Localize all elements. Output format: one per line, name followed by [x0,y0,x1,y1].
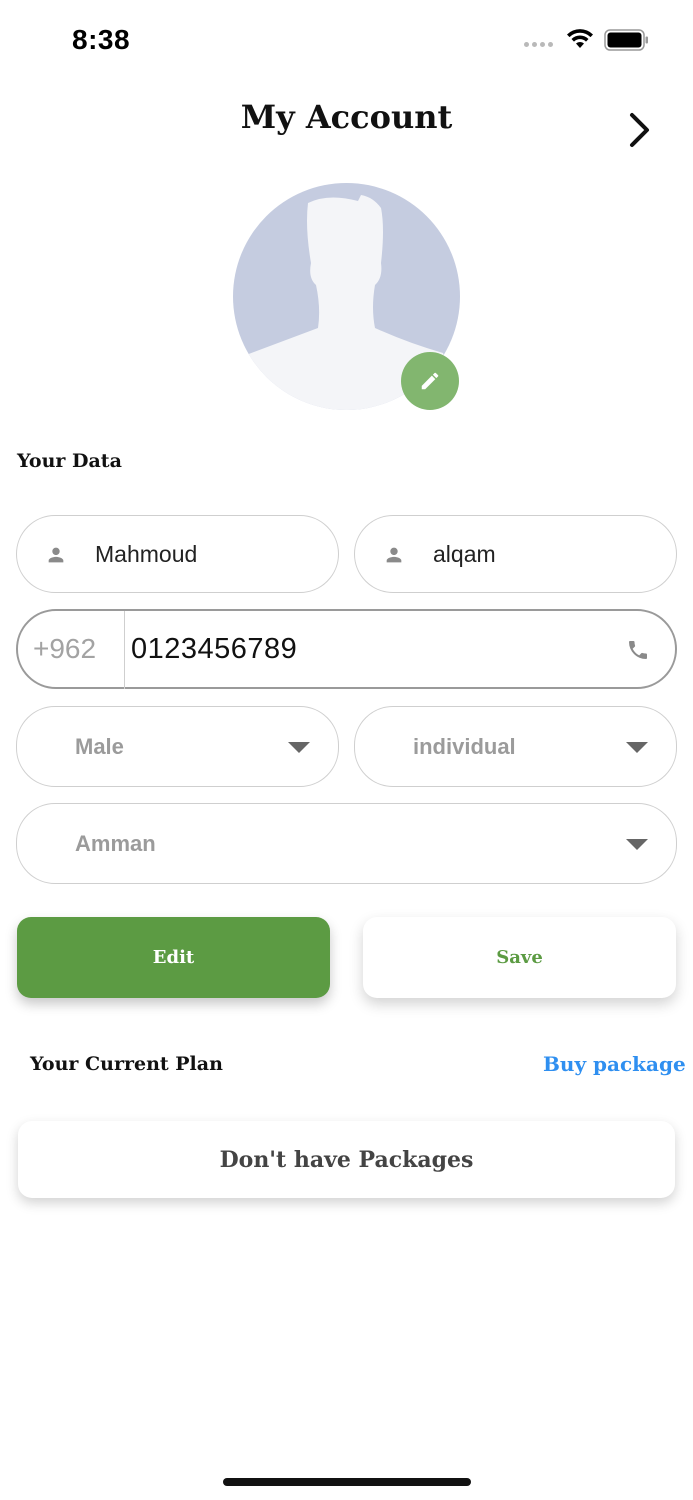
edit-button[interactable]: Edit [17,917,330,998]
battery-icon [604,29,648,51]
last-name-value: alqam [433,540,496,567]
first-name-field[interactable]: Mahmoud [16,515,339,593]
wifi-icon [567,29,593,48]
home-indicator[interactable] [223,1478,471,1486]
current-plan-heading: Your Current Plan [30,1053,223,1075]
city-dropdown[interactable]: Amman [16,803,677,884]
cellular-signal-icon [524,42,553,47]
caret-down-icon [626,839,648,850]
caret-down-icon [288,742,310,753]
forward-button[interactable] [620,108,660,152]
phone-divider [124,611,125,689]
buy-package-link[interactable]: Buy package [543,1052,686,1076]
phone-number-value: 0123456789 [131,632,298,665]
person-icon [48,547,64,563]
save-button[interactable]: Save [363,917,676,998]
chevron-right-icon [630,113,649,147]
phone-field[interactable]: +962 0123456789 [16,609,677,689]
gender-dropdown[interactable]: Male [16,706,339,787]
caret-down-icon [626,742,648,753]
last-name-field[interactable]: alqam [354,515,677,593]
account-type-value: individual [413,733,516,759]
pencil-icon [421,372,439,390]
packages-empty-card: Don't have Packages [18,1121,675,1198]
status-time: 8:38 [72,24,131,55]
edit-avatar-button[interactable] [401,352,459,410]
first-name-value: Mahmoud [95,540,198,567]
your-data-heading: Your Data [17,450,122,472]
phone-country-code[interactable]: +962 [33,633,96,665]
person-icon [386,547,402,563]
status-bar: 8:38 [0,0,693,80]
gender-value: Male [75,733,124,759]
page-title: My Account [240,98,453,136]
city-value: Amman [75,830,156,856]
account-type-dropdown[interactable]: individual [354,706,677,787]
phone-icon [629,641,647,659]
